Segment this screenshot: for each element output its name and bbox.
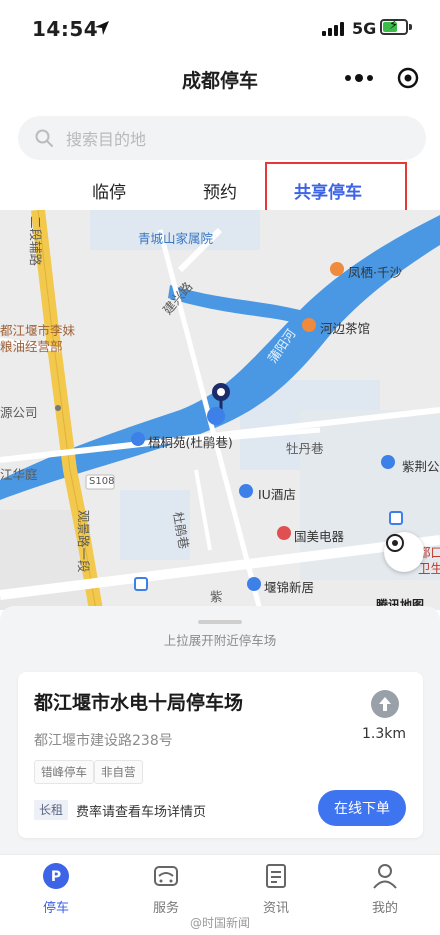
map-label-mudan-lane: 牡丹巷 — [286, 441, 324, 456]
map-label-zi: 紫 — [210, 589, 223, 604]
pull-up-hint: 上拉展开附近停车场 — [163, 633, 277, 648]
map-label-fengqi: 凤栖·千沙 — [348, 265, 402, 280]
search-icon — [35, 129, 53, 147]
arrow-up-icon — [379, 697, 391, 711]
map-label-yuan-company: 源公司 — [0, 405, 38, 420]
watermark: @时国新闻 — [190, 916, 251, 930]
user-icon — [373, 864, 397, 889]
map-view[interactable]: 青城山家属院 凤栖·千沙 河边茶馆 蒲阳河 建兴路 都江堰市李妹 粮油经营部 源… — [0, 210, 440, 610]
map-label-wutong: 梧桐苑(杜鹃巷) — [148, 435, 233, 450]
tabbar-parking-label: 停车 — [42, 901, 69, 916]
tabbar-news[interactable]: 资讯 — [236, 861, 316, 916]
location-arrow-icon — [95, 21, 109, 35]
tab-reserve[interactable]: 预约 — [203, 178, 237, 203]
map-label-guanjing-road: 观景路一段 — [76, 510, 91, 573]
distance: 1.3km — [362, 726, 407, 742]
battery-icon: ⚡ — [380, 18, 408, 35]
close-target-icon[interactable] — [396, 66, 420, 90]
status-bar: 14:54 5G ⚡ — [0, 0, 440, 60]
navigate-button[interactable] — [371, 690, 399, 718]
tag-non-self-operated: 非自营 — [94, 760, 143, 784]
locate-icon — [386, 534, 404, 552]
parking-p-icon: P — [43, 863, 69, 889]
parking-lot-address: 都江堰市建设路238号 — [34, 733, 173, 749]
tabbar-mine[interactable]: 我的 — [345, 861, 425, 916]
tab-temporary[interactable]: 临停 — [92, 178, 126, 203]
parking-lot-card[interactable]: 都江堰市水电十局停车场 都江堰市建设路238号 错峰停车 非自营 1.3km 长… — [18, 672, 423, 838]
network-type: 5G — [352, 19, 377, 38]
map-label-zijing: 紫荆公 — [402, 459, 440, 474]
parking-lot-name: 都江堰市水电十局停车场 — [34, 692, 244, 714]
battery-tip — [409, 24, 412, 30]
document-icon — [266, 864, 286, 888]
drag-handle[interactable] — [198, 620, 242, 624]
search-input[interactable] — [64, 116, 408, 162]
mini-program-capsule — [336, 60, 428, 96]
fee-note: 费率请查看车场详情页 — [76, 805, 207, 820]
map-label-erduan-road: 二段辅路 — [28, 216, 43, 267]
tabbar-service[interactable]: 服务 — [126, 861, 206, 916]
map-label-yanjin: 堰锦新居 — [264, 580, 315, 595]
tag-off-peak: 错峰停车 — [34, 760, 94, 784]
tabbar-parking[interactable]: P 停车 — [16, 861, 96, 916]
status-time: 14:54 — [32, 17, 99, 41]
map-label-hebian: 河边茶馆 — [320, 321, 371, 336]
car-icon — [154, 866, 178, 886]
more-options-button[interactable] — [336, 60, 382, 96]
map-label-jianghua: 江华庭 — [0, 467, 38, 482]
tabbar-mine-label: 我的 — [371, 901, 398, 916]
map-label-s108: S108 — [89, 476, 115, 487]
locate-me-button[interactable] — [384, 532, 424, 572]
long-term-badge: 长租 — [34, 800, 69, 820]
bottom-sheet[interactable]: 上拉展开附近停车场 都江堰市水电十局停车场 都江堰市建设路238号 错峰停车 非… — [0, 606, 440, 854]
map-label-libai-2: 粮油经营部 — [0, 339, 63, 354]
map-label-iu-hotel: IU酒店 — [258, 487, 296, 502]
map-label-qingcheng: 青城山家属院 — [138, 231, 214, 246]
order-online-button[interactable]: 在线下单 — [318, 790, 406, 826]
search-bar[interactable] — [18, 116, 426, 162]
svg-text:P: P — [51, 869, 61, 885]
map-label-gome: 国美电器 — [294, 529, 345, 544]
signal-icon — [322, 22, 344, 36]
